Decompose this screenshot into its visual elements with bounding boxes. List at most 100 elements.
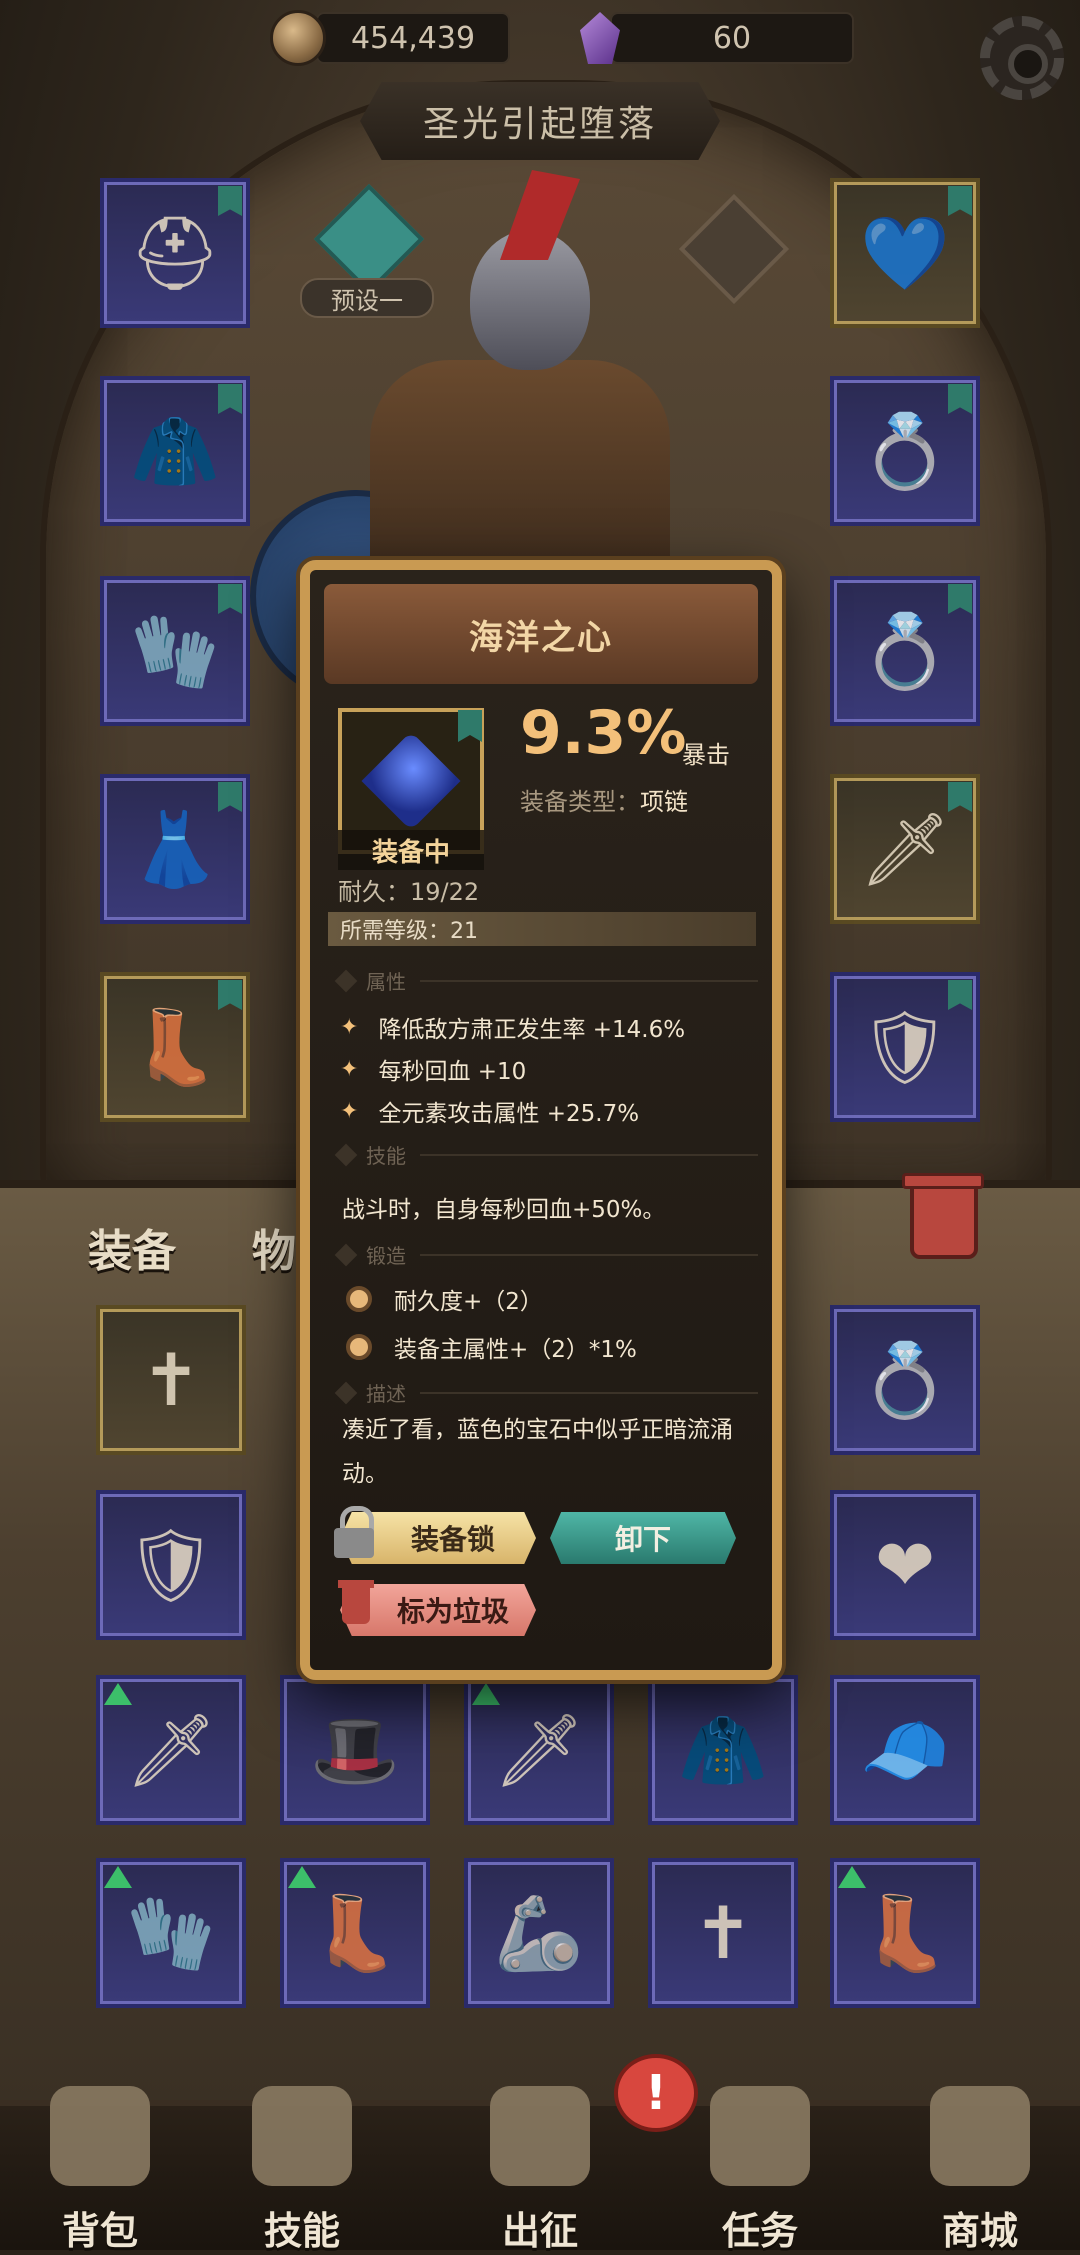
shop-crown-icon xyxy=(930,2086,1030,2186)
bookmark-flag-icon xyxy=(218,384,242,414)
coin-counter: 454,439 xyxy=(270,10,510,66)
inventory-slot[interactable]: 🗡 xyxy=(96,1675,246,1825)
nav-backpack[interactable]: 背包 xyxy=(0,2086,200,2253)
equip-slot-armor[interactable]: 🧥 xyxy=(100,376,250,526)
section-attributes: 属性 xyxy=(334,966,758,995)
inventory-slot[interactable]: 🧥 xyxy=(648,1675,798,1825)
inventory-slot[interactable]: 🛡 xyxy=(96,1490,246,1640)
inventory-slot[interactable]: 🧤 xyxy=(96,1858,246,2008)
sparkle-icon: ✦ xyxy=(340,1056,359,1082)
item-detail-dialog: 海洋之心 装备中 9.3% 暴击 装备类型：项链 耐久：19/22 所需等级：2… xyxy=(300,560,782,1680)
inventory-slot[interactable]: ❤ xyxy=(830,1490,980,1640)
alert-badge-icon: ! xyxy=(614,2054,698,2132)
coin-icon xyxy=(270,10,326,66)
section-diamond-icon xyxy=(334,1143,358,1166)
boots-icon: 👢 xyxy=(310,1891,400,1975)
bookmark-flag-icon xyxy=(218,584,242,614)
main-stat-name: 暴击 xyxy=(682,741,730,769)
bookmark-flag-icon xyxy=(218,186,242,216)
equip-slot-necklace[interactable]: 💙 xyxy=(830,178,980,328)
skill-book-icon xyxy=(252,2086,352,2186)
skill-description: 战斗时，自身每秒回血+50%。 xyxy=(342,1197,666,1223)
item-name: 海洋之心 xyxy=(324,584,758,684)
armor-icon: 🧥 xyxy=(678,1708,768,1792)
inventory-slot[interactable]: ✝ xyxy=(96,1305,246,1455)
equip-slot-skirt[interactable]: 👗 xyxy=(100,774,250,924)
expedition-map-icon xyxy=(490,2086,590,2186)
trash-can-icon xyxy=(336,1578,376,1630)
sword-icon: 🗡 xyxy=(493,1708,585,1792)
hero-body xyxy=(370,360,670,590)
bookmark-flag-icon xyxy=(458,710,482,742)
equip-type-label: 装备类型： xyxy=(520,788,640,816)
upgrade-arrow-icon xyxy=(288,1866,316,1888)
title-banner: 圣光引起堕落 xyxy=(360,82,720,160)
bottom-nav: 背包 技能 出征 任务 商城 xyxy=(0,2086,1080,2253)
inventory-slot[interactable]: 🗡 xyxy=(464,1675,614,1825)
attribute-line: ✦ 降低敌方肃正发生率 +14.6% xyxy=(340,1014,686,1044)
dagger-icon: 🗡 xyxy=(125,1708,217,1792)
required-level: 所需等级：21 xyxy=(328,912,756,946)
nav-expedition[interactable]: 出征 xyxy=(440,2086,640,2253)
shield-icon: 🛡 xyxy=(859,1005,951,1089)
nav-quests[interactable]: 任务 xyxy=(660,2086,860,2253)
durability: 耐久：19/22 xyxy=(338,878,480,906)
section-description: 描述 xyxy=(334,1378,758,1407)
forge-orb-icon xyxy=(346,1334,372,1360)
helmet-icon: ⛑ xyxy=(129,211,221,295)
inventory-slot[interactable]: 💍 xyxy=(830,1305,980,1455)
tab-equipment[interactable]: 装备 xyxy=(88,1215,176,1279)
gem-amount: 60 xyxy=(610,12,854,64)
boots-icon: 👢 xyxy=(860,1891,950,1975)
equip-slot-ring-2[interactable]: 💍 xyxy=(830,576,980,726)
sword-icon: 🗡 xyxy=(859,807,951,891)
bookmark-flag-icon xyxy=(948,782,972,812)
forge-orb-icon xyxy=(346,1286,372,1312)
forge-line: 耐久度+（2） xyxy=(346,1282,543,1316)
bookmark-flag-icon xyxy=(948,186,972,216)
equip-slot-gloves[interactable]: 🧤 xyxy=(100,576,250,726)
equipped-badge: 装备中 xyxy=(338,830,484,870)
unequip-button[interactable]: 卸下 xyxy=(550,1512,736,1564)
preset-selector[interactable]: 预设一 xyxy=(300,183,434,320)
upgrade-arrow-icon xyxy=(838,1866,866,1888)
inventory-slot[interactable]: 👢 xyxy=(830,1858,980,2008)
inventory-slot[interactable]: 👢 xyxy=(280,1858,430,2008)
skirt-icon: 👗 xyxy=(130,807,220,891)
preset-label: 预设一 xyxy=(300,278,434,318)
bookmark-flag-icon xyxy=(948,584,972,614)
equip-slot-ring[interactable]: 💍 xyxy=(830,376,980,526)
bookmark-flag-icon xyxy=(948,980,972,1010)
cap-icon: 🧢 xyxy=(860,1708,950,1792)
settings-gear-icon[interactable] xyxy=(980,16,1064,100)
heart-gem-necklace-icon xyxy=(361,731,461,831)
equip-slot-boots[interactable]: 👢 xyxy=(100,972,250,1122)
sparkle-icon: ✦ xyxy=(340,1098,359,1124)
inventory-slot[interactable]: 🎩 xyxy=(280,1675,430,1825)
trash-bin-icon[interactable] xyxy=(902,1173,984,1259)
gloves-icon: 🧤 xyxy=(130,609,220,693)
inventory-slot[interactable]: 🧢 xyxy=(830,1675,980,1825)
equip-type-value: 项链 xyxy=(640,788,688,816)
equip-slot-helmet[interactable]: ⛑ xyxy=(100,178,250,328)
quest-scroll-icon xyxy=(710,2086,810,2186)
gem-counter: 60 xyxy=(580,10,854,66)
coin-amount: 454,439 xyxy=(316,12,510,64)
attribute-line: ✦ 全元素攻击属性 +25.7% xyxy=(340,1098,640,1128)
boots-icon: 👢 xyxy=(130,1005,220,1089)
section-skills: 技能 xyxy=(334,1140,758,1169)
nav-shop[interactable]: 商城 xyxy=(880,2086,1080,2253)
bookmark-flag-icon xyxy=(218,782,242,812)
ring-icon: 💍 xyxy=(860,409,950,493)
sparkle-icon: ✦ xyxy=(340,1014,359,1040)
section-diamond-icon xyxy=(334,1243,358,1266)
section-forge: 锻造 xyxy=(334,1240,758,1269)
equip-type: 装备类型：项链 xyxy=(520,782,688,817)
nav-skills[interactable]: 技能 xyxy=(202,2086,402,2253)
gauntlet-icon: 🦾 xyxy=(494,1891,584,1975)
equip-slot-shield[interactable]: 🛡 xyxy=(830,972,980,1122)
inventory-slot[interactable]: ✝ xyxy=(648,1858,798,2008)
inventory-slot[interactable]: 🦾 xyxy=(464,1858,614,2008)
equip-slot-weapon[interactable]: 🗡 xyxy=(830,774,980,924)
lock-icon xyxy=(334,1506,374,1558)
